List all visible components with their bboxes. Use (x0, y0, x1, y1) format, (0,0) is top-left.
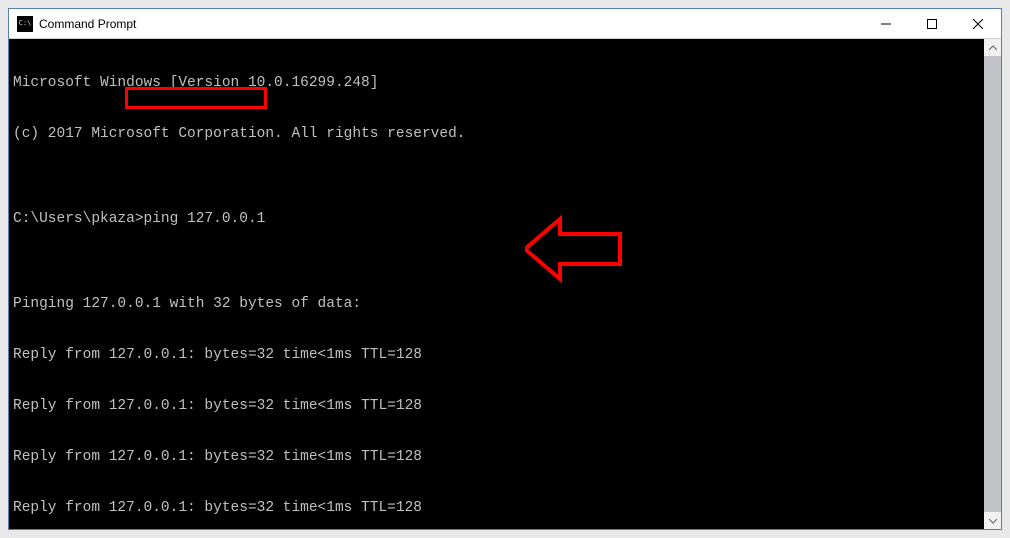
output-line: C:\Users\pkaza>ping 127.0.0.1 (13, 211, 980, 228)
output-line: (c) 2017 Microsoft Corporation. All righ… (13, 126, 980, 143)
chevron-up-icon (989, 44, 997, 52)
output-line: Reply from 127.0.0.1: bytes=32 time<1ms … (13, 347, 980, 364)
window-title: Command Prompt (39, 17, 863, 31)
vertical-scrollbar[interactable] (984, 39, 1001, 529)
titlebar[interactable]: Command Prompt (9, 9, 1001, 39)
scrollbar-thumb[interactable] (984, 56, 1001, 512)
window-controls (863, 9, 1001, 38)
terminal-area[interactable]: Microsoft Windows [Version 10.0.16299.24… (9, 39, 1001, 529)
command-prompt-window: Command Prompt Microsoft Windows (8, 8, 1002, 530)
maximize-button[interactable] (909, 9, 955, 38)
output-line: Reply from 127.0.0.1: bytes=32 time<1ms … (13, 398, 980, 415)
close-icon (973, 19, 983, 29)
scrollbar-down-button[interactable] (984, 512, 1001, 529)
minimize-icon (881, 19, 891, 29)
scrollbar-up-button[interactable] (984, 39, 1001, 56)
maximize-icon (927, 19, 937, 29)
chevron-down-icon (989, 517, 997, 525)
output-line: Reply from 127.0.0.1: bytes=32 time<1ms … (13, 500, 980, 517)
terminal-output: Microsoft Windows [Version 10.0.16299.24… (9, 39, 984, 529)
cmd-icon (17, 16, 33, 32)
output-line: Pinging 127.0.0.1 with 32 bytes of data: (13, 296, 980, 313)
output-line: Microsoft Windows [Version 10.0.16299.24… (13, 75, 980, 92)
close-button[interactable] (955, 9, 1001, 38)
output-line: Reply from 127.0.0.1: bytes=32 time<1ms … (13, 449, 980, 466)
minimize-button[interactable] (863, 9, 909, 38)
scrollbar-track[interactable] (984, 56, 1001, 512)
